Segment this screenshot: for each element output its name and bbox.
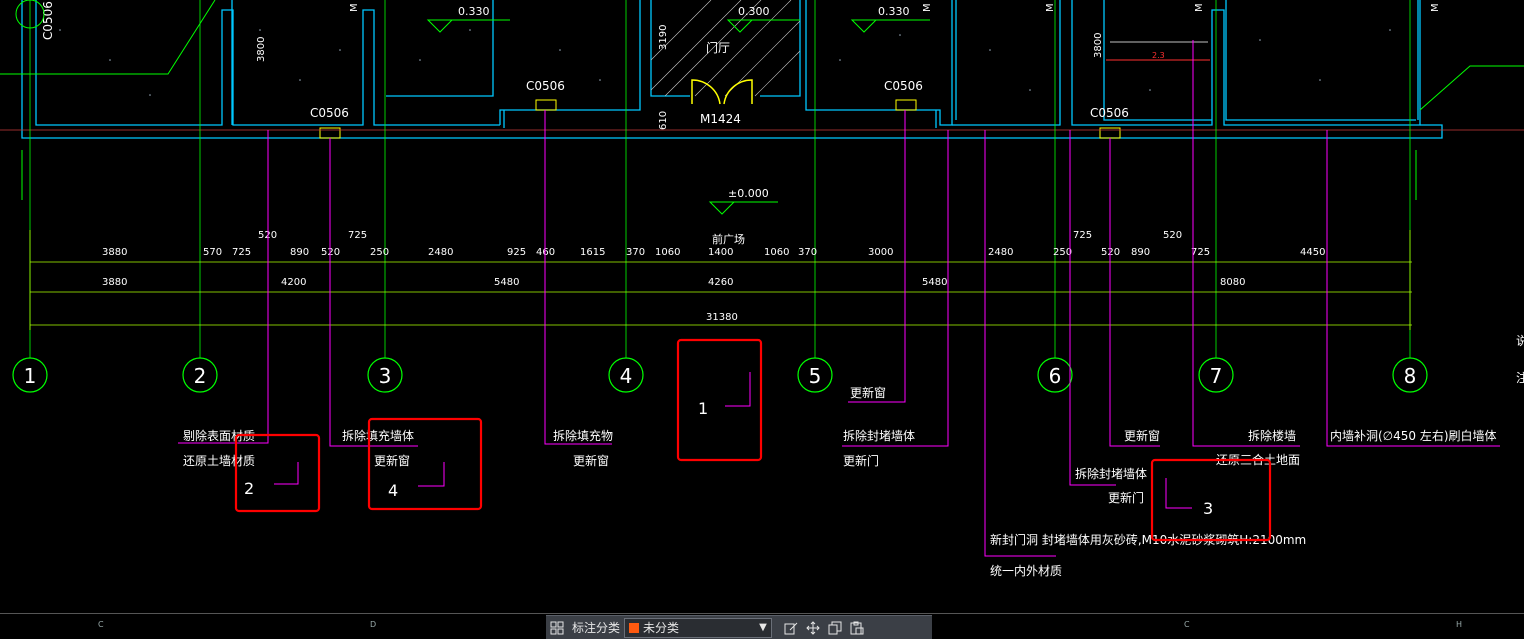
- svg-text:4200: 4200: [281, 277, 306, 288]
- hall-label: 门厅: [706, 40, 730, 55]
- svg-text:2480: 2480: [988, 247, 1013, 258]
- svg-text:2480: 2480: [428, 247, 453, 258]
- svg-text:8: 8: [1404, 364, 1417, 388]
- annotation-toolbar: 标注分类 未分类 ▼: [546, 615, 932, 639]
- front-square-label: 前广场: [712, 232, 745, 246]
- move-icon[interactable]: [802, 618, 824, 638]
- svg-text:3000: 3000: [868, 247, 893, 258]
- svg-text:4: 4: [388, 481, 398, 500]
- svg-text:725: 725: [232, 247, 251, 258]
- svg-text:统一内外材质: 统一内外材质: [990, 564, 1062, 578]
- side-tag-1: M: [349, 3, 360, 12]
- svg-text:3880: 3880: [102, 277, 127, 288]
- svg-text:还原土墙材质: 还原土墙材质: [183, 454, 255, 468]
- svg-text:725: 725: [1073, 230, 1092, 241]
- svg-text:250: 250: [370, 247, 389, 258]
- window-tag-5: C0506: [41, 1, 55, 40]
- svg-text:725: 725: [1191, 247, 1210, 258]
- category-select[interactable]: 未分类 ▼: [624, 617, 773, 638]
- window-tag-4: C0506: [1090, 106, 1129, 120]
- svg-text:570: 570: [203, 247, 222, 258]
- room-dim: 2.3: [1152, 51, 1165, 60]
- svg-text:925: 925: [507, 247, 526, 258]
- svg-text:更新门: 更新门: [843, 453, 879, 468]
- svg-text:拆除楼墙: 拆除楼墙: [1248, 428, 1296, 443]
- level-dim-2: 0.300: [738, 5, 770, 18]
- svg-text:更新窗: 更新窗: [1124, 428, 1160, 443]
- svg-text:250: 250: [1053, 247, 1072, 258]
- side-tag-5: M: [1430, 3, 1441, 12]
- dim-total: 31380: [706, 312, 738, 323]
- svg-text:3880: 3880: [102, 247, 127, 258]
- side-tag-3: M: [1045, 3, 1056, 12]
- svg-text:更新门: 更新门: [1108, 490, 1144, 505]
- svg-text:7: 7: [1210, 364, 1223, 388]
- sheet-col-label: C: [1184, 620, 1190, 629]
- ground-level: ±0.000: [728, 187, 769, 200]
- level-dim-3: 0.330: [878, 5, 910, 18]
- svg-text:内墙补洞(∅450 左右)刷白墙体: 内墙补洞(∅450 左右)刷白墙体: [1330, 428, 1497, 443]
- svg-text:拆除封堵墙体: 拆除封堵墙体: [1075, 466, 1147, 481]
- side-tag-4: M: [1194, 3, 1205, 12]
- svg-text:520: 520: [321, 247, 340, 258]
- door-tag: M1424: [700, 112, 741, 126]
- side-tag-2: M: [922, 3, 933, 12]
- height-3800-a: 3800: [256, 37, 267, 62]
- chevron-down-icon: ▼: [759, 622, 767, 633]
- window-tag-2: C0506: [310, 106, 349, 120]
- svg-text:1615: 1615: [580, 247, 605, 258]
- svg-text:5480: 5480: [494, 277, 519, 288]
- svg-text:4450: 4450: [1300, 247, 1325, 258]
- cad-canvas[interactable]: 0.330 0.300 0.330 ±0.000 门厅 M1424 C0506 …: [0, 0, 1524, 639]
- svg-text:370: 370: [626, 247, 645, 258]
- svg-text:460: 460: [536, 247, 555, 258]
- svg-text:725: 725: [348, 230, 367, 241]
- svg-text:520: 520: [1101, 247, 1120, 258]
- sheet-col-label: C: [98, 620, 104, 629]
- svg-text:更新窗: 更新窗: [850, 385, 886, 400]
- svg-text:拆除封堵墙体: 拆除封堵墙体: [843, 428, 915, 443]
- svg-text:6: 6: [1049, 364, 1062, 388]
- svg-text:890: 890: [290, 247, 309, 258]
- level-dim-1: 0.330: [458, 5, 490, 18]
- svg-text:5480: 5480: [922, 277, 947, 288]
- svg-text:更新窗: 更新窗: [573, 453, 609, 468]
- svg-text:1: 1: [698, 399, 708, 418]
- grid-icon[interactable]: [546, 618, 568, 638]
- category-value: 未分类: [643, 621, 680, 635]
- svg-text:370: 370: [798, 247, 817, 258]
- svg-text:890: 890: [1131, 247, 1150, 258]
- window-tag-1: C0506: [526, 79, 565, 93]
- svg-text:4: 4: [620, 364, 633, 388]
- sheet-col-label: H: [1456, 620, 1463, 629]
- svg-text:拆除填充物: 拆除填充物: [553, 428, 613, 443]
- height-3190: 3190: [658, 25, 669, 50]
- svg-text:1400: 1400: [708, 247, 733, 258]
- sheet-col-label: D: [370, 620, 377, 629]
- svg-text:5: 5: [809, 364, 822, 388]
- category-label: 标注分类: [572, 621, 621, 635]
- height-3800-b: 3800: [1093, 33, 1104, 58]
- svg-text:1060: 1060: [655, 247, 680, 258]
- svg-text:3: 3: [1203, 499, 1213, 518]
- edge-text-1: 说: [1516, 333, 1524, 348]
- svg-text:1060: 1060: [764, 247, 789, 258]
- copy-icon[interactable]: [824, 618, 846, 638]
- svg-text:2: 2: [244, 479, 254, 498]
- svg-text:拆除填充墙体: 拆除填充墙体: [342, 428, 414, 443]
- height-610: 610: [658, 111, 669, 130]
- window-tag-3: C0506: [884, 79, 923, 93]
- svg-text:3: 3: [379, 364, 392, 388]
- color-swatch: [629, 622, 640, 633]
- svg-text:520: 520: [1163, 230, 1182, 241]
- svg-text:8080: 8080: [1220, 277, 1245, 288]
- paste-icon[interactable]: [846, 618, 868, 638]
- svg-text:4260: 4260: [708, 277, 733, 288]
- svg-text:2: 2: [194, 364, 207, 388]
- edge-text-2: 注: [1516, 370, 1524, 385]
- svg-text:更新窗: 更新窗: [374, 453, 410, 468]
- svg-text:1: 1: [24, 364, 37, 388]
- edit-icon[interactable]: [780, 618, 802, 638]
